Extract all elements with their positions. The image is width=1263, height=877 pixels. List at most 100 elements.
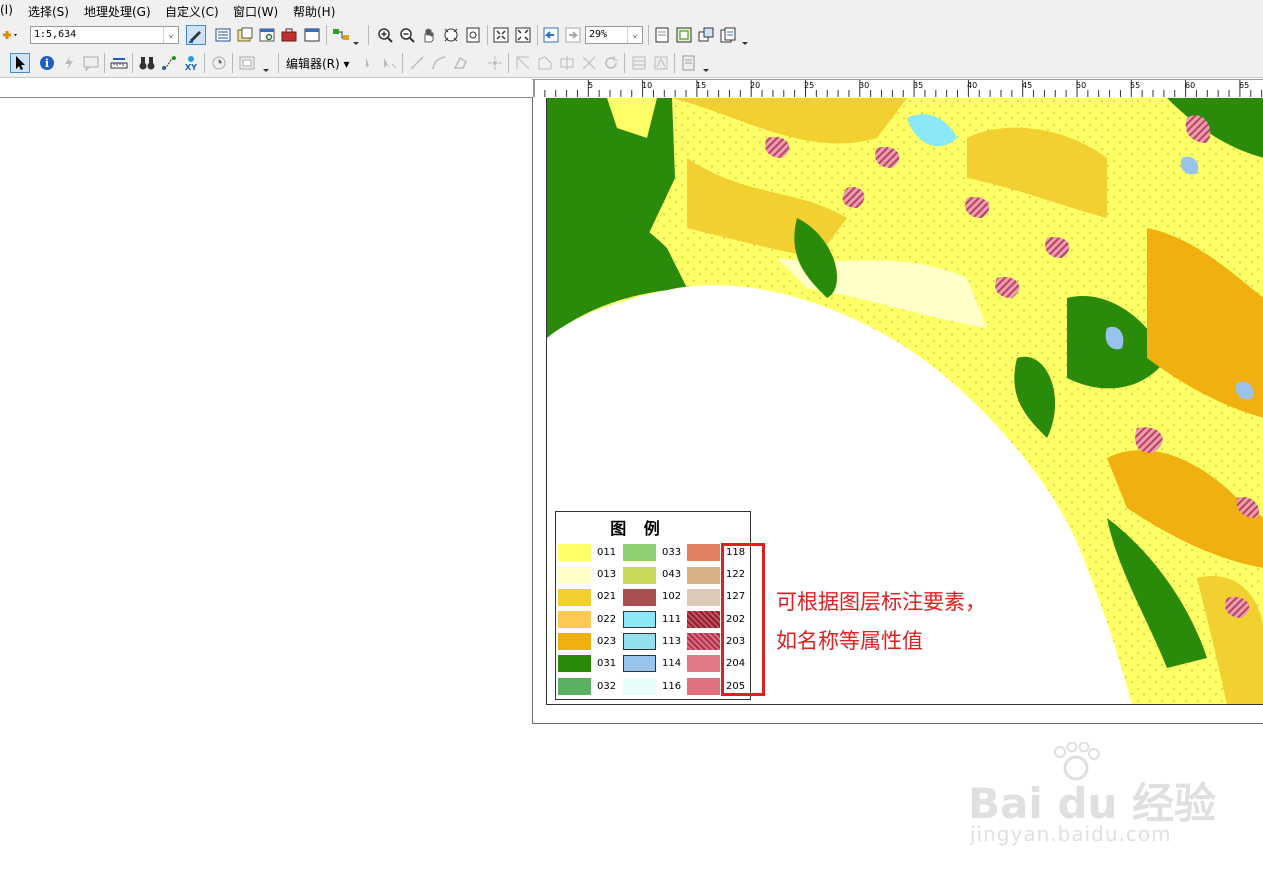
measure-icon[interactable] bbox=[110, 54, 128, 72]
attributes-icon[interactable] bbox=[630, 54, 648, 72]
add-data-icon[interactable] bbox=[0, 26, 18, 44]
toolbar-overflow-icon[interactable] bbox=[352, 28, 360, 48]
ruler-tick-label: 45 bbox=[1022, 81, 1033, 90]
find-route-icon[interactable] bbox=[160, 54, 178, 72]
toggle-draft-mode-icon[interactable] bbox=[653, 26, 671, 44]
zoom-to-page-icon[interactable] bbox=[464, 26, 482, 44]
python-window-icon[interactable] bbox=[303, 26, 321, 44]
select-elements-icon[interactable] bbox=[10, 53, 30, 73]
time-slider-icon[interactable] bbox=[210, 54, 228, 72]
map-scale-combo[interactable]: 1:5,634 ⌄ bbox=[30, 26, 179, 44]
point-icon[interactable] bbox=[486, 54, 504, 72]
change-layout-icon[interactable] bbox=[697, 26, 715, 44]
legend-swatch bbox=[623, 567, 656, 584]
legend-swatch bbox=[558, 567, 591, 584]
chevron-down-icon[interactable]: ⌄ bbox=[163, 27, 178, 43]
fixed-zoom-in-icon[interactable] bbox=[492, 26, 510, 44]
toolbar-overflow-icon[interactable] bbox=[741, 28, 749, 48]
edit-annotation-icon[interactable] bbox=[380, 54, 398, 72]
legend-swatch bbox=[558, 633, 591, 650]
table-of-contents-icon[interactable] bbox=[214, 26, 232, 44]
ruler-tick-label: 10 bbox=[642, 81, 653, 90]
ruler-tick-label: 15 bbox=[696, 81, 707, 90]
legend-swatch bbox=[623, 633, 656, 650]
menu-item-insert[interactable]: (I) bbox=[0, 3, 13, 17]
edit-vertices-icon[interactable] bbox=[514, 54, 532, 72]
toolbar-overflow-icon[interactable] bbox=[262, 55, 270, 75]
zoom-in-icon[interactable] bbox=[376, 26, 394, 44]
toolbar-separator bbox=[368, 25, 369, 45]
legend-swatch bbox=[687, 655, 720, 672]
catalog-icon[interactable] bbox=[236, 26, 254, 44]
legend-swatch bbox=[623, 589, 656, 606]
search-window-icon[interactable] bbox=[258, 26, 276, 44]
cut-polygons-icon[interactable] bbox=[558, 54, 576, 72]
ruler-tick-label: 50 bbox=[1076, 81, 1087, 90]
menu-item-windows[interactable]: 窗口(W) bbox=[233, 3, 278, 20]
legend-swatch bbox=[687, 678, 720, 695]
editor-menu-button[interactable]: 编辑器(R) ▾ bbox=[286, 55, 350, 72]
split-tool-icon[interactable] bbox=[580, 54, 598, 72]
toolbar-separator bbox=[487, 25, 488, 45]
legend-label: 116 bbox=[662, 681, 682, 692]
html-popup-icon[interactable] bbox=[82, 54, 100, 72]
pan-hand-icon[interactable] bbox=[420, 26, 438, 44]
toolbar-separator bbox=[674, 53, 675, 73]
toolbar-separator bbox=[326, 25, 327, 45]
legend-swatch bbox=[623, 544, 656, 561]
standard-toolbar: 1:5,634 ⌄ 29% ⌄ bbox=[0, 20, 1263, 50]
menu-item-selection[interactable]: 选择(S) bbox=[28, 3, 69, 20]
menu-item-help[interactable]: 帮助(H) bbox=[293, 3, 335, 20]
zoom-percent-combo[interactable]: 29% ⌄ bbox=[585, 26, 643, 44]
sketch-properties-icon[interactable] bbox=[652, 54, 670, 72]
legend-label: 011 bbox=[597, 547, 617, 558]
forward-extent-icon[interactable] bbox=[564, 26, 582, 44]
menu-item-customize[interactable]: 自定义(C) bbox=[165, 3, 219, 20]
legend-swatch bbox=[687, 567, 720, 584]
toolbar-separator bbox=[278, 53, 279, 73]
trace-icon[interactable] bbox=[452, 54, 470, 72]
ruler-tick-label: 20 bbox=[750, 81, 761, 90]
legend-swatch bbox=[558, 589, 591, 606]
editor-toolbar-icon[interactable] bbox=[186, 25, 206, 45]
legend-swatch bbox=[623, 611, 656, 628]
ruler-tick-label: 25 bbox=[804, 81, 815, 90]
ruler-tick-label: 30 bbox=[859, 81, 870, 90]
go-to-xy-icon[interactable]: XY bbox=[182, 54, 200, 72]
find-binoculars-icon[interactable] bbox=[138, 54, 156, 72]
straight-segment-icon[interactable] bbox=[408, 54, 426, 72]
end-point-arc-icon[interactable] bbox=[430, 54, 448, 72]
identify-icon[interactable]: i bbox=[38, 54, 56, 72]
legend-title: 图 例 bbox=[610, 519, 666, 538]
map-scale-value: 1:5,634 bbox=[34, 29, 77, 40]
focus-data-frame-icon[interactable] bbox=[675, 26, 693, 44]
toolbar-separator bbox=[104, 53, 105, 73]
legend-label: 021 bbox=[597, 591, 617, 602]
panel-divider bbox=[0, 97, 532, 98]
arctoolbox-icon[interactable] bbox=[280, 26, 298, 44]
legend-swatch bbox=[687, 589, 720, 606]
ruler-tick-label: 35 bbox=[913, 81, 924, 90]
edit-tool-icon[interactable] bbox=[360, 54, 378, 72]
zoom-out-icon[interactable] bbox=[398, 26, 416, 44]
full-extent-icon[interactable] bbox=[442, 26, 460, 44]
ruler-tick-label: 60 bbox=[1185, 81, 1196, 90]
toolbar-overflow-icon[interactable] bbox=[702, 55, 710, 75]
back-extent-icon[interactable] bbox=[542, 26, 560, 44]
chevron-down-icon[interactable]: ⌄ bbox=[627, 27, 642, 43]
reshape-feature-icon[interactable] bbox=[536, 54, 554, 72]
legend-label: 022 bbox=[597, 614, 617, 625]
create-features-icon[interactable] bbox=[680, 54, 698, 72]
legend-label: 023 bbox=[597, 636, 617, 647]
fixed-zoom-out-icon[interactable] bbox=[514, 26, 532, 44]
legend-swatch bbox=[558, 611, 591, 628]
ruler-tick-label: 5 bbox=[588, 81, 594, 90]
data-driven-pages-icon[interactable] bbox=[719, 26, 737, 44]
model-builder-icon[interactable] bbox=[332, 26, 350, 44]
rotate-icon[interactable] bbox=[602, 54, 620, 72]
ruler-tick-label: 55 bbox=[1130, 81, 1141, 90]
create-viewer-window-icon[interactable] bbox=[238, 54, 256, 72]
hyperlink-icon[interactable] bbox=[60, 54, 78, 72]
toolbar-separator bbox=[132, 53, 133, 73]
menu-item-geoprocessing[interactable]: 地理处理(G) bbox=[84, 3, 151, 20]
